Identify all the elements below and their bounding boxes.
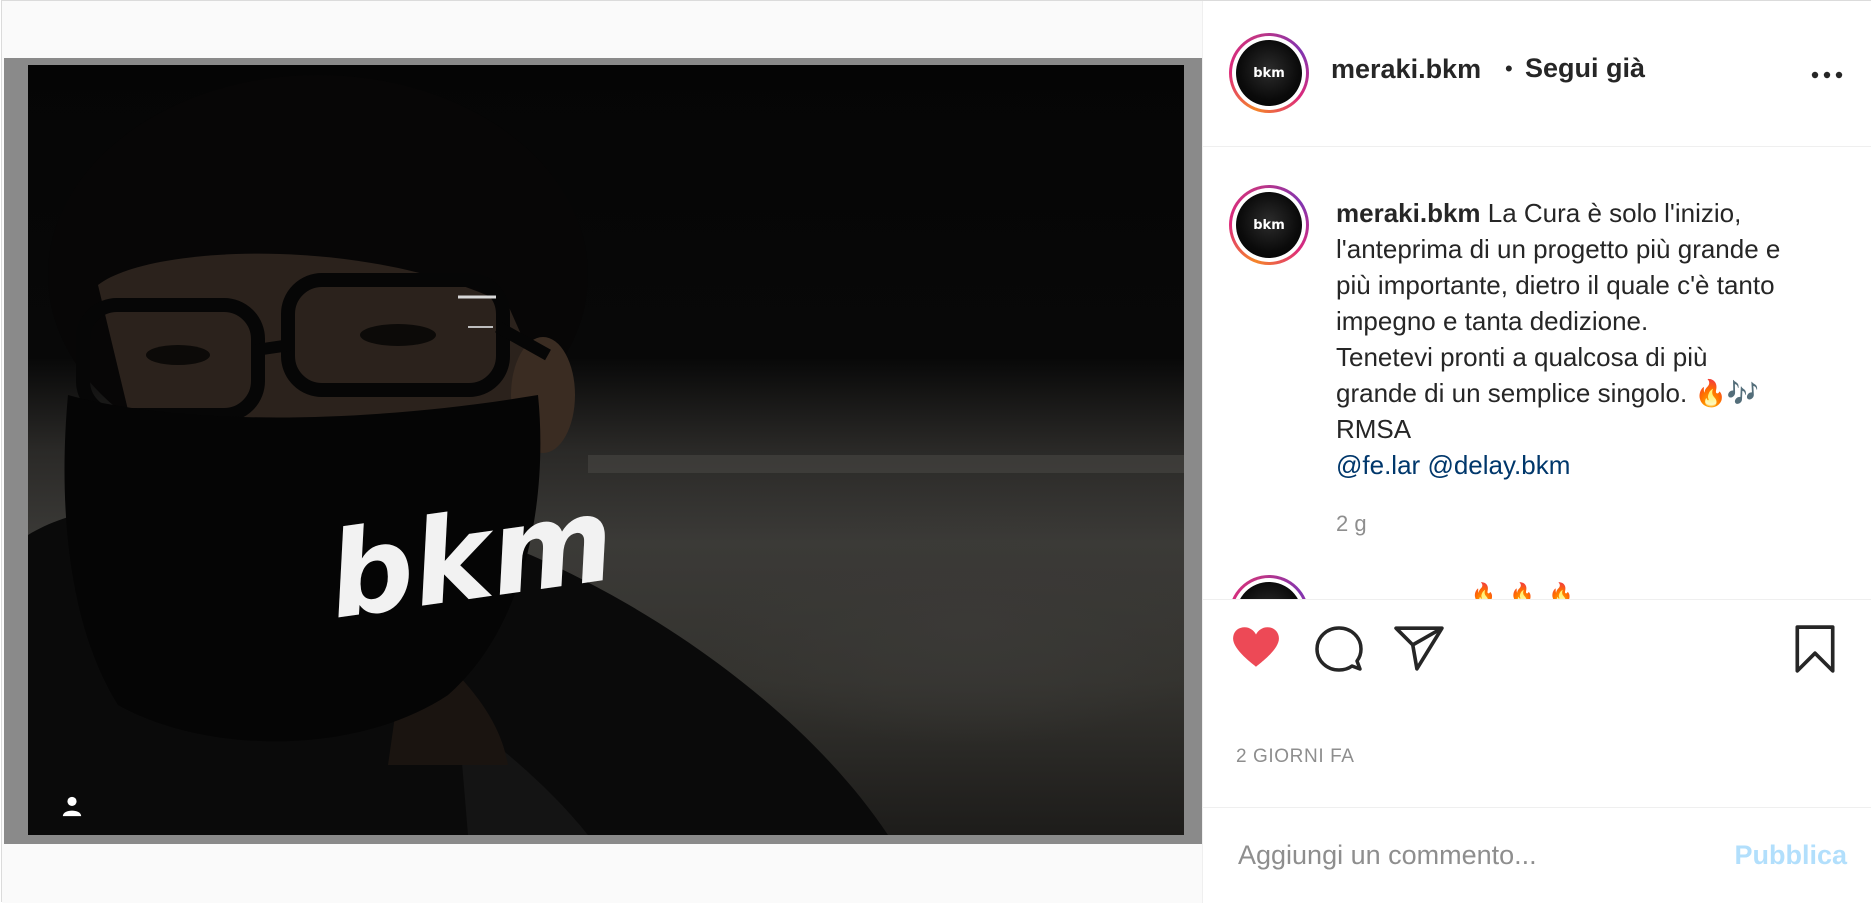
like-button[interactable]: [1231, 625, 1281, 674]
post-photo[interactable]: bkm: [28, 65, 1184, 835]
save-button[interactable]: [1793, 624, 1837, 679]
add-comment-bar: Pubblica: [1203, 807, 1871, 905]
follow-status-button[interactable]: Segui già: [1525, 53, 1645, 84]
post-actions: 2 GIORNI FA Pubblica: [1203, 599, 1871, 904]
comment-button[interactable]: [1314, 625, 1364, 678]
paper-plane-icon: [1394, 626, 1444, 671]
post-time-ago[interactable]: 2 GIORNI FA: [1236, 746, 1355, 768]
caption-line: La Cura è solo l'inizio,: [1487, 198, 1742, 228]
comments-list[interactable]: bkm meraki.bkm La Cura è solo l'inizio, …: [1203, 147, 1871, 599]
post-side-panel: bkm meraki.bkm • Segui già bkm meraki.bk…: [1202, 1, 1872, 903]
comment-text: 🔥🔥🔥: [1471, 583, 1588, 599]
media-area: bkm: [2, 1, 1202, 903]
post-header: bkm meraki.bkm • Segui già: [1203, 1, 1871, 147]
caption-line: Tenetevi pronti a qualcosa di più: [1336, 342, 1708, 372]
publish-button[interactable]: Pubblica: [1734, 840, 1847, 871]
avatar-image: bkm: [1236, 40, 1302, 106]
commenter-avatar[interactable]: [1229, 575, 1309, 599]
caption-line: grande di un semplice singolo. 🔥🎶: [1336, 378, 1760, 408]
photo-illustration: bkm: [28, 75, 1184, 835]
caption-line: l'anteprima di un progetto più grande e: [1336, 234, 1781, 264]
more-horizontal-icon: [1811, 71, 1843, 79]
bookmark-icon: [1795, 625, 1835, 673]
caption-avatar[interactable]: bkm: [1229, 185, 1309, 265]
more-options-button[interactable]: [1807, 63, 1847, 87]
mention-link[interactable]: @delay.bkm: [1427, 450, 1570, 480]
post-dialog: bkm bkm meraki.bkm • Segui già bkm merak…: [1, 0, 1872, 903]
author-username[interactable]: meraki.bkm: [1331, 54, 1481, 85]
heart-icon: [1233, 627, 1279, 667]
avatar-image: bkm: [1236, 192, 1302, 258]
user-icon: [62, 796, 82, 817]
mention-link[interactable]: @fe.lar: [1336, 450, 1420, 480]
comment-bubble-icon: [1315, 626, 1363, 672]
comment-input[interactable]: [1236, 834, 1710, 876]
caption-line: più importante, dietro il quale c'è tant…: [1336, 270, 1775, 300]
caption-text: meraki.bkm La Cura è solo l'inizio, l'an…: [1336, 195, 1856, 483]
avatar-image: [1236, 582, 1302, 599]
caption-username[interactable]: meraki.bkm: [1336, 198, 1481, 228]
caption-line: impegno e tanta dedizione.: [1336, 306, 1649, 336]
share-button[interactable]: [1394, 625, 1444, 676]
tagged-users-button[interactable]: [61, 795, 93, 827]
photo-frame: bkm: [4, 58, 1202, 844]
caption-line: RMSA: [1336, 414, 1412, 444]
author-avatar[interactable]: bkm: [1229, 33, 1309, 113]
caption-timestamp[interactable]: 2 g: [1336, 511, 1367, 537]
separator-dot: •: [1505, 56, 1513, 81]
